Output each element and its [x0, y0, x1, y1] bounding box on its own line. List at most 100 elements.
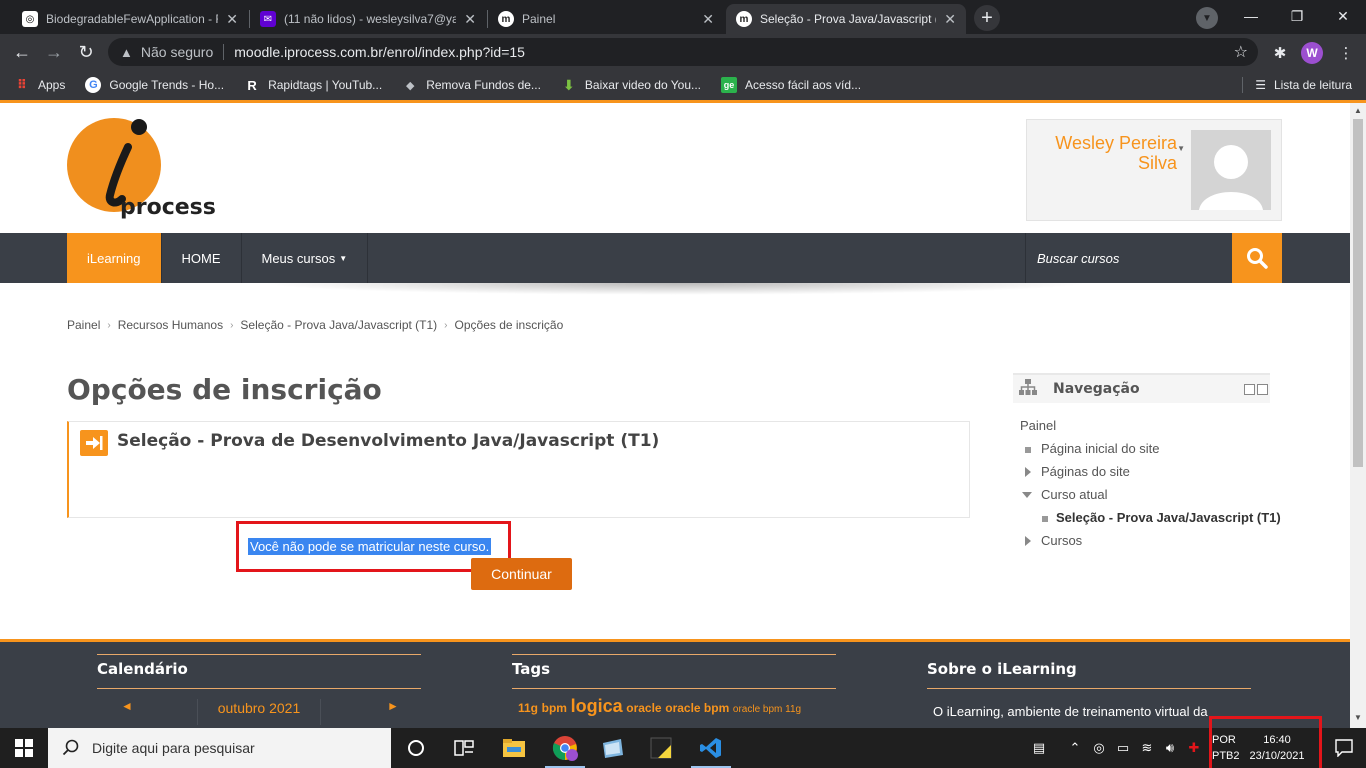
- bookmark-remove-bg[interactable]: ◆ Remova Fundos de...: [402, 77, 541, 93]
- battery-icon[interactable]: ▭: [1112, 728, 1134, 768]
- url-text[interactable]: moodle.iprocess.com.br/enrol/index.php?i…: [234, 44, 525, 60]
- tag-link[interactable]: bpm: [542, 701, 567, 715]
- nav-tree-item[interactable]: Páginas do site: [1013, 460, 1270, 483]
- user-menu[interactable]: Wesley Pereira Silva ▼: [1026, 119, 1282, 221]
- search-button[interactable]: [1232, 233, 1282, 283]
- collapse-arrow-icon[interactable]: [1022, 492, 1032, 498]
- user-name[interactable]: Wesley Pereira Silva: [1027, 133, 1177, 173]
- expand-arrow-icon[interactable]: [1025, 536, 1031, 546]
- wifi-icon[interactable]: ≋: [1137, 728, 1157, 768]
- new-tab-button[interactable]: +: [974, 5, 1000, 31]
- keyboard-icon[interactable]: ▤: [1025, 728, 1053, 768]
- rapidtags-icon: R: [247, 77, 257, 93]
- footer-divider: [97, 654, 421, 655]
- bookmark-video-download[interactable]: ⬇ Baixar video do You...: [561, 77, 701, 93]
- bookmarks-bar: ⠿ Apps G Google Trends - Ho... R Rapidta…: [0, 70, 1366, 100]
- breadcrumb-item[interactable]: Seleção - Prova Java/Javascript (T1): [240, 318, 437, 332]
- iprocess-logo[interactable]: process: [66, 117, 226, 221]
- warning-icon[interactable]: ▲: [120, 45, 133, 60]
- minimize-icon[interactable]: —: [1228, 0, 1274, 32]
- caret-down-icon[interactable]: ▼: [1177, 144, 1185, 153]
- continue-button[interactable]: Continuar: [471, 558, 572, 590]
- apps-grid-icon: ⠿: [16, 77, 28, 92]
- address-bar[interactable]: ▲ Não seguro moodle.iprocess.com.br/enro…: [108, 38, 1258, 66]
- course-title[interactable]: Seleção - Prova de Desenvolvimento Java/…: [117, 431, 659, 451]
- reading-list[interactable]: ☰ Lista de leitura: [1242, 77, 1352, 93]
- tag-link[interactable]: oracle: [626, 701, 661, 715]
- bookmark-easy-access[interactable]: ge Acesso fácil aos víd...: [721, 77, 861, 93]
- bookmark-google-trends[interactable]: G Google Trends - Ho...: [85, 77, 224, 93]
- cortana-icon[interactable]: [392, 728, 440, 768]
- task-view-icon[interactable]: [440, 728, 488, 768]
- tag-link[interactable]: oracle bpm 11g: [733, 704, 801, 715]
- browser-tab-active[interactable]: m Seleção - Prova Java/Javascript (T ✕: [726, 4, 966, 34]
- prev-month-icon[interactable]: ◄: [121, 699, 133, 713]
- avatar[interactable]: [1191, 130, 1271, 210]
- close-window-icon[interactable]: ✕: [1320, 0, 1366, 32]
- next-month-icon[interactable]: ►: [387, 699, 399, 713]
- page-scrollbar[interactable]: ▲ ▼: [1350, 103, 1366, 728]
- dock-block-icon[interactable]: [1257, 384, 1268, 395]
- browser-tab[interactable]: m Painel ✕: [488, 4, 724, 34]
- nav-tree-item-current[interactable]: Seleção - Prova Java/Javascript (T1): [1013, 506, 1281, 529]
- user-name-line1: Wesley Pereira: [1055, 133, 1177, 153]
- reload-icon[interactable]: ↻: [73, 39, 99, 65]
- bookmark-rapidtags[interactable]: R Rapidtags | YouTub...: [244, 77, 382, 93]
- vscode-icon[interactable]: [687, 728, 735, 768]
- bookmark-apps[interactable]: ⠿ Apps: [14, 77, 65, 93]
- nav-tree-item[interactable]: Curso atual: [1013, 483, 1270, 506]
- tag-link[interactable]: 11g: [518, 701, 538, 715]
- close-tab-icon[interactable]: ✕: [464, 11, 476, 28]
- collapse-block-icon[interactable]: [1244, 384, 1255, 395]
- nav-home[interactable]: HOME: [162, 233, 242, 283]
- browser-tab[interactable]: ✉ (11 não lidos) - wesleysilva7@ya ✕: [250, 4, 486, 34]
- nav-my-courses-label: Meus cursos: [261, 250, 336, 266]
- breadcrumb: Painel › Recursos Humanos › Seleção - Pr…: [67, 318, 563, 332]
- bookmark-star-icon[interactable]: ☆: [1234, 42, 1248, 62]
- nav-tree-item[interactable]: Cursos: [1013, 529, 1270, 552]
- close-tab-icon[interactable]: ✕: [944, 11, 956, 28]
- extensions-puzzle-icon[interactable]: ✱: [1269, 42, 1291, 64]
- file-explorer-icon[interactable]: [490, 728, 538, 768]
- close-tab-icon[interactable]: ✕: [702, 11, 714, 28]
- app-icon[interactable]: [589, 728, 637, 768]
- nav-brand-ilearning[interactable]: iLearning: [67, 233, 162, 283]
- profile-avatar[interactable]: W: [1301, 42, 1323, 64]
- restore-icon[interactable]: ❐: [1274, 0, 1320, 32]
- tag-link[interactable]: oracle bpm: [665, 701, 729, 715]
- calendar-month[interactable]: outubro 2021: [197, 699, 321, 725]
- back-icon[interactable]: ←: [9, 39, 35, 65]
- scrollbar-thumb[interactable]: [1353, 119, 1363, 467]
- breadcrumb-item[interactable]: Painel: [67, 318, 100, 332]
- taskbar-search-input[interactable]: Digite aqui para pesquisar: [48, 728, 391, 768]
- antivirus-icon[interactable]: ✚: [1183, 728, 1205, 768]
- moodle-favicon-icon: m: [498, 11, 514, 27]
- close-tab-icon[interactable]: ✕: [226, 11, 238, 28]
- reading-list-label: Lista de leitura: [1273, 78, 1352, 92]
- openai-favicon-icon: ◎: [22, 11, 38, 27]
- expand-arrow-icon[interactable]: [1025, 467, 1031, 477]
- webcam-icon[interactable]: ◎: [1089, 728, 1109, 768]
- notifications-icon[interactable]: [1322, 728, 1366, 768]
- download-arrow-icon: ⬇: [563, 76, 575, 93]
- nav-tree-item[interactable]: Painel: [1013, 414, 1270, 437]
- browser-tab[interactable]: ◎ BiodegradableFewApplication - F ✕: [12, 4, 248, 34]
- nav-my-courses[interactable]: Meus cursos ▼: [242, 233, 369, 283]
- breadcrumb-item[interactable]: Recursos Humanos: [118, 318, 223, 332]
- volume-icon[interactable]: 🔊︎: [1160, 728, 1180, 768]
- course-search-input[interactable]: Buscar cursos: [1025, 233, 1233, 283]
- forward-icon[interactable]: →: [41, 39, 67, 65]
- sticky-notes-icon[interactable]: [637, 728, 685, 768]
- footer-divider: [512, 654, 836, 655]
- chevron-up-icon[interactable]: ⌃: [1066, 728, 1084, 768]
- tag-link[interactable]: logica: [571, 696, 623, 716]
- tab-search-icon[interactable]: ▼: [1196, 7, 1218, 29]
- menu-kebab-icon[interactable]: ⋮: [1335, 42, 1357, 64]
- security-status[interactable]: Não seguro: [141, 44, 213, 60]
- nav-tree-item[interactable]: Página inicial do site: [1013, 437, 1270, 460]
- scroll-down-icon[interactable]: ▼: [1354, 713, 1362, 722]
- nav-tree-label: Página inicial do site: [1041, 441, 1160, 456]
- scroll-up-icon[interactable]: ▲: [1354, 106, 1362, 115]
- windows-start-icon[interactable]: [0, 728, 48, 768]
- chrome-icon[interactable]: [541, 728, 589, 768]
